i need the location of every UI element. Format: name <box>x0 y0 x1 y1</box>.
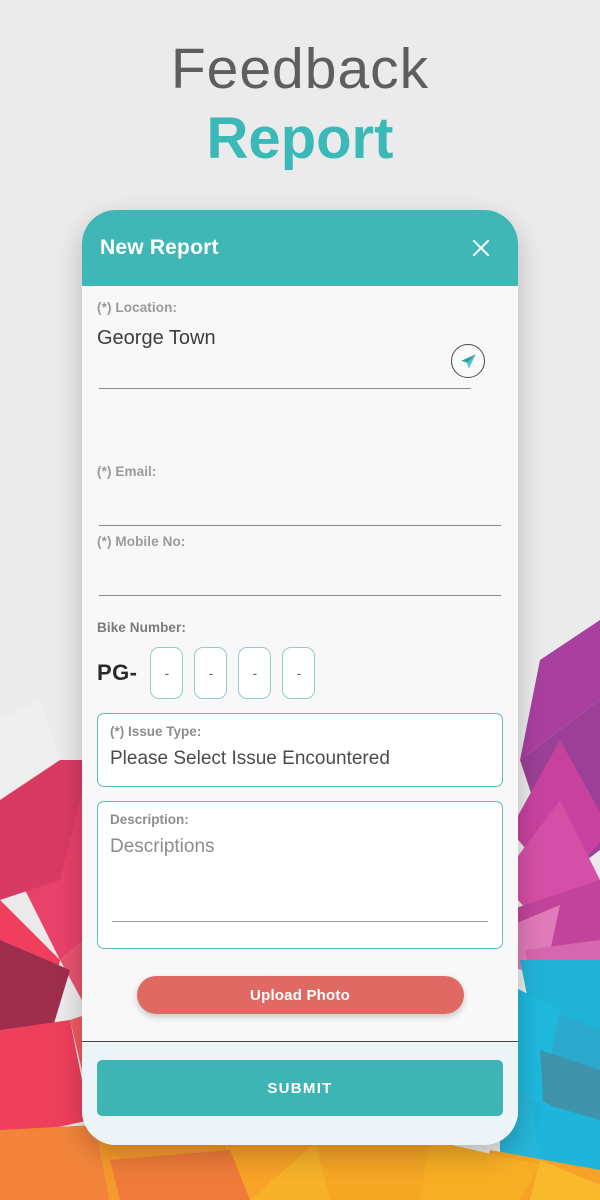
page-heading: Feedback Report <box>0 37 600 173</box>
phone-mockup-card: New Report (*) Location: George Town (*)… <box>82 210 518 1145</box>
modal-header: New Report <box>82 210 518 286</box>
submit-button[interactable]: SUBMIT <box>97 1060 503 1116</box>
location-input[interactable]: George Town <box>97 327 503 350</box>
email-field-group: (*) Email: <box>97 464 503 534</box>
description-underline <box>112 920 488 922</box>
bike-number-box-2[interactable]: - <box>194 647 228 699</box>
upload-photo-button[interactable]: Upload Photo <box>136 976 464 1014</box>
email-label: (*) Email: <box>97 464 157 479</box>
page-title-secondary: Report <box>206 105 394 171</box>
send-icon-button[interactable] <box>451 344 485 378</box>
page-title-primary: Feedback <box>170 37 430 101</box>
report-form: (*) Location: George Town (*) Email: (*)… <box>82 286 518 1041</box>
issue-type-field-group[interactable]: (*) Issue Type: Please Select Issue Enco… <box>97 713 503 787</box>
location-underline <box>99 388 471 389</box>
bike-number-label: Bike Number: <box>97 620 186 635</box>
bike-number-group: Bike Number: PG- - - - - <box>97 620 503 699</box>
bike-number-box-3[interactable]: - <box>238 647 272 699</box>
description-field-group[interactable]: Description: Descriptions <box>97 801 503 949</box>
modal-footer: SUBMIT <box>82 1041 518 1145</box>
mobile-field-group: (*) Mobile No: <box>97 534 503 604</box>
description-textarea[interactable]: Descriptions <box>110 836 490 858</box>
bike-number-box-1[interactable]: - <box>150 647 184 699</box>
send-icon <box>460 353 476 368</box>
location-label: (*) Location: <box>97 300 178 315</box>
modal-title: New Report <box>100 236 219 259</box>
mobile-label: (*) Mobile No: <box>97 534 186 549</box>
email-underline <box>99 525 501 526</box>
close-icon[interactable] <box>468 235 494 261</box>
bike-number-row: PG- - - - - <box>97 647 503 699</box>
mobile-underline <box>99 595 501 596</box>
description-label: Description: <box>110 812 189 827</box>
bike-number-prefix: PG- <box>97 660 138 685</box>
location-field-group: (*) Location: George Town <box>97 300 503 408</box>
issue-type-label: (*) Issue Type: <box>110 724 202 739</box>
issue-type-select-value[interactable]: Please Select Issue Encountered <box>110 748 490 770</box>
bike-number-box-4[interactable]: - <box>282 647 316 699</box>
